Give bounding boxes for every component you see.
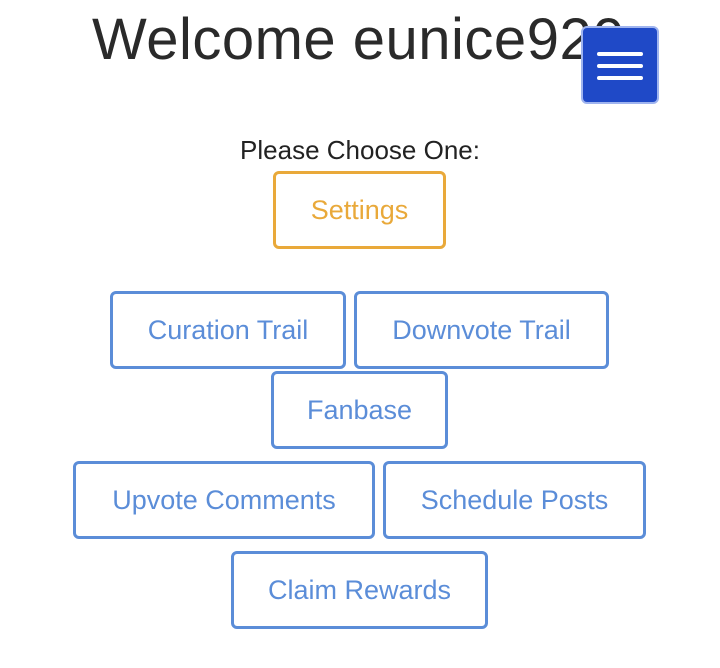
hamburger-menu-icon	[597, 52, 643, 56]
hamburger-menu-icon-bar	[597, 76, 643, 80]
upvote-comments-button[interactable]: Upvote Comments	[73, 461, 375, 539]
page-title: Welcome eunice920	[92, 7, 625, 72]
fanbase-button[interactable]: Fanbase	[271, 371, 448, 449]
curation-trail-button[interactable]: Curation Trail	[110, 291, 346, 369]
settings-button[interactable]: Settings	[273, 171, 446, 249]
schedule-posts-button[interactable]: Schedule Posts	[383, 461, 646, 539]
hamburger-menu-button[interactable]	[581, 26, 659, 104]
claim-rewards-button[interactable]: Claim Rewards	[231, 551, 488, 629]
page: Welcome eunice920 Please Choose One: Set…	[0, 0, 720, 668]
choose-prompt: Please Choose One:	[240, 135, 480, 165]
hamburger-menu-icon-bar	[597, 64, 643, 68]
downvote-trail-button[interactable]: Downvote Trail	[354, 291, 609, 369]
